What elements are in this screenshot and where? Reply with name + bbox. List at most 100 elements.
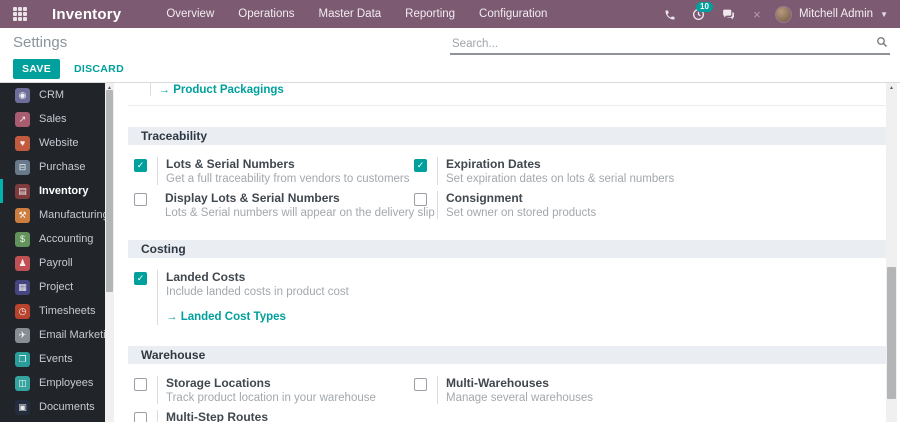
setting-label[interactable]: Expiration Dates bbox=[446, 157, 674, 171]
purchase-app-icon: ⊟ bbox=[15, 159, 30, 175]
apps-menu-icon[interactable] bbox=[13, 7, 27, 21]
checkbox-storage-locations[interactable] bbox=[134, 378, 147, 391]
product-packagings-block: → Product Packagings bbox=[150, 83, 886, 96]
control-panel: Settings bbox=[0, 28, 900, 56]
accounting-app-icon: $ bbox=[15, 231, 30, 247]
sidebar-item-label: Timesheets bbox=[39, 305, 96, 317]
top-navbar: Inventory Overview Operations Master Data R… bbox=[0, 0, 900, 28]
setting-label[interactable]: Lots & Serial Numbers bbox=[166, 157, 410, 171]
setting-label[interactable]: Display Lots & Serial Numbers bbox=[165, 191, 435, 205]
inventory-app-icon: ▤ bbox=[15, 183, 30, 199]
checkbox-display-lots-serial-numbers[interactable] bbox=[134, 193, 147, 206]
menu-item-master-data[interactable]: Master Data bbox=[309, 4, 392, 24]
sidebar-item-project[interactable]: ▦ Project bbox=[0, 275, 105, 299]
setting-description: Lots & Serial numbers will appear on the… bbox=[165, 207, 435, 219]
menu-item-overview[interactable]: Overview bbox=[156, 4, 224, 24]
save-button[interactable]: SAVE bbox=[13, 59, 61, 79]
setting-label[interactable]: Multi-Warehouses bbox=[446, 376, 593, 390]
messages-icon[interactable] bbox=[717, 7, 739, 21]
sidebar-item-accounting[interactable]: $ Accounting bbox=[0, 227, 105, 251]
checkbox-lots-serial-numbers[interactable]: ✓ bbox=[134, 159, 147, 172]
checkbox-multi-step-routes[interactable] bbox=[134, 412, 147, 422]
setting-option-display-lots-serial-numbers: Display Lots & Serial Numbers Lots & Seri… bbox=[134, 191, 435, 219]
checkbox-consignment[interactable] bbox=[414, 193, 427, 206]
manufacturing-app-icon: ⚒ bbox=[15, 207, 30, 223]
content-scrollbar-thumb[interactable] bbox=[887, 267, 896, 399]
email-marketing-app-icon: ✈ bbox=[15, 327, 30, 343]
checkbox-expiration-dates[interactable]: ✓ bbox=[414, 159, 427, 172]
option-text: Multi-Step RoutesUse your own routes and… bbox=[166, 410, 393, 422]
setting-option-expiration-dates: ✓ Expiration Dates Set expiration dates on… bbox=[414, 157, 886, 185]
option-text: Multi-Warehouses Manage several warehouse… bbox=[446, 376, 593, 404]
sidebar-item-timesheets[interactable]: ◷ Timesheets bbox=[0, 299, 105, 323]
user-menu-caret-icon: ▼ bbox=[880, 9, 888, 19]
user-menu[interactable]: Mitchell Admin bbox=[799, 8, 873, 20]
discard-button[interactable]: DISCARD bbox=[74, 63, 124, 75]
sidebar-item-website[interactable]: ♥ Website bbox=[0, 131, 105, 155]
option-divider bbox=[157, 157, 158, 185]
setting-label[interactable]: Consignment bbox=[446, 191, 596, 205]
setting-option-lots-serial-numbers: ✓ Lots & Serial Numbers Get a full traceab… bbox=[134, 157, 414, 185]
sidebar-item-manufacturing[interactable]: ⚒ Manufacturing bbox=[0, 203, 105, 227]
sidebar-item-documents[interactable]: ▣ Documents bbox=[0, 395, 105, 419]
sidebar-item-label: Website bbox=[39, 137, 79, 149]
sidebar-item-label: Manufacturing bbox=[39, 209, 105, 221]
setting-option-consignment: Consignment Set owner on stored products bbox=[414, 191, 886, 219]
disconnect-icon[interactable]: × bbox=[746, 7, 768, 22]
menu-item-configuration[interactable]: Configuration bbox=[469, 4, 557, 24]
setting-option-multi-warehouses: Multi-Warehouses Manage several warehouse… bbox=[414, 376, 886, 404]
setting-label[interactable]: Landed Costs bbox=[166, 270, 349, 284]
search-input[interactable] bbox=[450, 34, 890, 55]
sidebar-item-label: Events bbox=[39, 353, 73, 365]
sidebar-item-label: CRM bbox=[39, 89, 65, 101]
sidebar-item-events[interactable]: ❐ Events bbox=[0, 347, 105, 371]
menu-item-operations[interactable]: Operations bbox=[228, 4, 304, 24]
scroll-up-icon[interactable]: ▲ bbox=[886, 85, 897, 91]
setting-label[interactable]: Storage Locations bbox=[166, 376, 376, 390]
search-icon[interactable] bbox=[876, 35, 888, 53]
page-title: Settings bbox=[13, 33, 68, 51]
sidebar-scrollbar-thumb[interactable] bbox=[106, 90, 113, 292]
payroll-app-icon: ♟ bbox=[15, 255, 30, 271]
content-scrollbar[interactable]: ▲ bbox=[886, 83, 897, 422]
sidebar-item-employees[interactable]: ◫ Employees bbox=[0, 371, 105, 395]
user-avatar[interactable] bbox=[774, 5, 792, 23]
search-box bbox=[450, 30, 890, 55]
sidebar-item-label: Accounting bbox=[39, 233, 94, 245]
phone-icon[interactable] bbox=[659, 7, 681, 21]
sidebar-item-sales[interactable]: ↗ Sales bbox=[0, 107, 105, 131]
app-title[interactable]: Inventory bbox=[52, 6, 121, 23]
action-buttons-row: SAVE DISCARD bbox=[0, 56, 900, 82]
checkbox-multi-warehouses[interactable] bbox=[414, 378, 427, 391]
setting-label[interactable]: Multi-Step Routes bbox=[166, 410, 393, 422]
option-divider bbox=[437, 191, 438, 219]
section-options: Storage Locations Track product location … bbox=[114, 376, 886, 422]
section-options: ✓ Landed Costs Include landed costs in pro… bbox=[114, 270, 886, 325]
link-landed-cost-types[interactable]: → Landed Cost Types bbox=[166, 311, 286, 323]
activities-clock-icon[interactable]: 10 bbox=[688, 1, 713, 21]
project-app-icon: ▦ bbox=[15, 279, 30, 295]
documents-app-icon: ▣ bbox=[15, 399, 30, 415]
setting-description: Manage several warehouses bbox=[446, 392, 594, 404]
option-text: Consignment Set owner on stored products bbox=[446, 191, 596, 219]
sidebar-item-crm[interactable]: ◉ CRM bbox=[0, 83, 105, 107]
sidebar-item-inventory[interactable]: ▤ Inventory bbox=[0, 179, 105, 203]
sidebar-scrollbar[interactable]: ▲ bbox=[105, 83, 114, 422]
sidebar-item-payroll[interactable]: ♟ Payroll bbox=[0, 251, 105, 275]
option-text: Storage Locations Track product location … bbox=[166, 376, 376, 404]
menu-item-reporting[interactable]: Reporting bbox=[395, 4, 465, 24]
product-packagings-link[interactable]: → Product Packagings bbox=[159, 84, 284, 96]
employees-app-icon: ◫ bbox=[15, 375, 30, 391]
app-menu: Overview Operations Master Data Reporting Co… bbox=[156, 4, 557, 24]
timesheets-app-icon: ◷ bbox=[15, 303, 30, 319]
sidebar-item-label: Payroll bbox=[39, 257, 73, 269]
option-text: Lots & Serial Numbers Get a full traceabi… bbox=[166, 157, 410, 185]
checkbox-landed-costs[interactable]: ✓ bbox=[134, 272, 147, 285]
sales-app-icon: ↗ bbox=[15, 111, 30, 127]
sidebar-item-purchase[interactable]: ⊟ Purchase bbox=[0, 155, 105, 179]
setting-option-landed-costs: ✓ Landed Costs Include landed costs in pro… bbox=[134, 270, 886, 325]
setting-description: Track product location in your warehouse bbox=[166, 392, 376, 404]
sidebar-item-label: Employees bbox=[39, 377, 94, 389]
sidebar-item-email-marketing[interactable]: ✈ Email Marketing bbox=[0, 323, 105, 347]
activity-count-badge: 10 bbox=[696, 1, 713, 12]
